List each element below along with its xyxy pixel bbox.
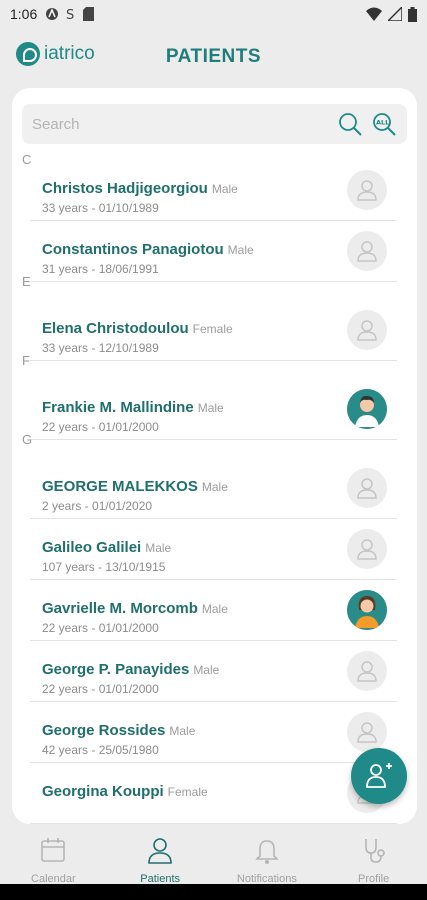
patient-row[interactable]: George P. Panayides Male 22 years - 01/01/… <box>30 641 397 702</box>
patient-row[interactable]: Gavrielle M. Morcomb Male 22 years - 01/01… <box>30 580 397 641</box>
section-letter: F <box>22 353 30 368</box>
patient-gender: Male <box>197 401 224 415</box>
bell-icon <box>253 836 281 869</box>
wifi-icon <box>366 7 382 21</box>
patient-row[interactable]: Christos Hadjigeorgiou Male 33 years - 01/… <box>30 160 397 221</box>
nav-item-patients[interactable]: Patients <box>107 828 214 885</box>
person-icon <box>146 836 174 869</box>
bottom-nav: Calendar Patients Notifications Profile <box>0 828 427 885</box>
page-title: PATIENTS <box>165 46 262 67</box>
patient-list: C Christos Hadjigeorgiou Male 33 years - 01… <box>12 152 417 824</box>
patient-gender: Male <box>201 480 228 494</box>
patient-age-dob: 22 years - 01/01/2000 <box>42 682 159 696</box>
search-all-icon: ALL <box>373 113 396 136</box>
patient-gender: Male <box>201 602 228 616</box>
patient-row[interactable]: GEORGE MALEKKOS Male 2 years - 01/01/2020 <box>30 458 397 519</box>
add-patient-button[interactable] <box>351 748 407 804</box>
patient-name: Christos Hadjigeorgiou Male <box>42 180 238 197</box>
patient-name: GEORGE MALEKKOS Male <box>42 478 228 495</box>
search-all-label: ALL <box>376 119 389 127</box>
patient-age-dob: 22 years - 01/01/2000 <box>42 420 159 434</box>
signal-icon <box>388 7 402 21</box>
status-time: 1:06 <box>10 6 38 22</box>
avatar-placeholder-icon <box>347 231 387 271</box>
nav-item-profile[interactable]: Profile <box>320 828 427 885</box>
patient-row[interactable]: Constantinos Panagiotou Male 31 years - 18… <box>30 221 397 282</box>
patient-gender: Female <box>167 785 208 799</box>
avatar-placeholder-icon <box>347 529 387 569</box>
patient-age-dob: 33 years - 01/10/1989 <box>42 201 159 215</box>
patient-age-dob: 31 years - 18/06/1991 <box>42 262 159 276</box>
patient-age-dob: 33 years - 12/10/1989 <box>42 341 159 355</box>
patient-name: George Rossides Male <box>42 722 195 739</box>
patient-name-text: Elena Christodoulou <box>42 320 189 337</box>
patient-name: Gavrielle M. Morcomb Male <box>42 600 228 617</box>
stethoscope-icon <box>360 836 388 869</box>
patient-name: Georgina Kouppi Female <box>42 783 208 800</box>
battery-icon <box>408 6 417 22</box>
sd-card-icon <box>83 7 95 21</box>
calendar-icon <box>39 836 67 869</box>
avatar-placeholder-icon <box>347 468 387 508</box>
patient-name-text: George P. Panayides <box>42 661 190 678</box>
section-c: C Christos Hadjigeorgiou Male 33 years - 01… <box>12 152 417 282</box>
patient-row[interactable]: Galileo Galilei Male 107 years - 13/10/191… <box>30 519 397 580</box>
patient-name: Constantinos Panagiotou Male <box>42 241 254 258</box>
patient-row[interactable]: Frankie M. Mallindine Male 22 years - 01/0… <box>30 379 397 440</box>
avatar <box>347 389 387 429</box>
patient-age-dob: 2 years - 01/01/2020 <box>42 499 153 513</box>
patient-age-dob: 22 years - 01/01/2000 <box>42 621 159 635</box>
patient-name-text: Gavrielle M. Morcomb <box>42 600 198 617</box>
search-bar: ALL <box>22 104 407 144</box>
status-bar: 1:06 S <box>0 0 427 28</box>
avatar-placeholder-icon <box>347 712 387 752</box>
search-all-button[interactable]: ALL <box>371 111 397 137</box>
patient-gender: Male <box>169 724 196 738</box>
patient-name-text: Christos Hadjigeorgiou <box>42 180 208 197</box>
patient-gender: Male <box>145 541 172 555</box>
notification-s-icon: S <box>66 8 74 21</box>
patient-age-dob: 42 years - 25/05/1980 <box>42 743 159 757</box>
avatar-placeholder-icon <box>347 310 387 350</box>
avatar-placeholder-icon <box>347 170 387 210</box>
patient-name-text: George Rossides <box>42 722 166 739</box>
section-e: E Elena Christodoulou Female 33 years - 12/… <box>12 274 417 361</box>
patient-gender: Male <box>211 182 238 196</box>
patient-name-text: Galileo Galilei <box>42 539 142 556</box>
patient-name: Frankie M. Mallindine Male <box>42 399 224 416</box>
notification-a-icon <box>46 8 59 20</box>
app-header: iatrico PATIENTS <box>0 38 427 78</box>
search-icon <box>339 113 362 136</box>
svg-text:S: S <box>66 8 74 21</box>
patient-name-text: Constantinos Panagiotou <box>42 241 224 258</box>
patient-name: Galileo Galilei Male <box>42 539 171 556</box>
patient-gender: Female <box>192 322 233 336</box>
nav-item-notifications[interactable]: Notifications <box>214 828 321 885</box>
search-button[interactable] <box>337 111 363 137</box>
avatar-placeholder-icon <box>347 651 387 691</box>
search-input[interactable] <box>32 115 329 133</box>
patients-card: ALL CChristos HadjigeorgiouMale33 years … <box>12 88 417 824</box>
patient-age-dob: 107 years - 13/10/1915 <box>42 560 166 574</box>
patient-name: George P. Panayides Male <box>42 661 219 678</box>
gesture-bar <box>0 884 427 900</box>
patient-name-text: Frankie M. Mallindine <box>42 399 194 416</box>
avatar <box>347 590 387 630</box>
patient-name-text: Georgina Kouppi <box>42 783 164 800</box>
patient-gender: Male <box>193 663 220 677</box>
add-user-icon <box>366 763 392 788</box>
section-f: F Frankie M. Mallindine Male 22 years - 01/… <box>12 353 417 440</box>
section-letter: E <box>22 274 31 289</box>
patient-name: Elena Christodoulou Female <box>42 320 233 337</box>
patient-gender: Male <box>227 243 254 257</box>
patient-row[interactable]: Elena Christodoulou Female 33 years - 12/1… <box>30 300 397 361</box>
nav-item-calendar[interactable]: Calendar <box>0 828 107 885</box>
patient-row[interactable]: Georgina Kouppi Female <box>30 763 397 824</box>
patient-row[interactable]: George Rossides Male 42 years - 25/05/1980 <box>30 702 397 763</box>
section-letter: G <box>22 432 33 447</box>
patient-name-text: GEORGE MALEKKOS <box>42 478 198 495</box>
